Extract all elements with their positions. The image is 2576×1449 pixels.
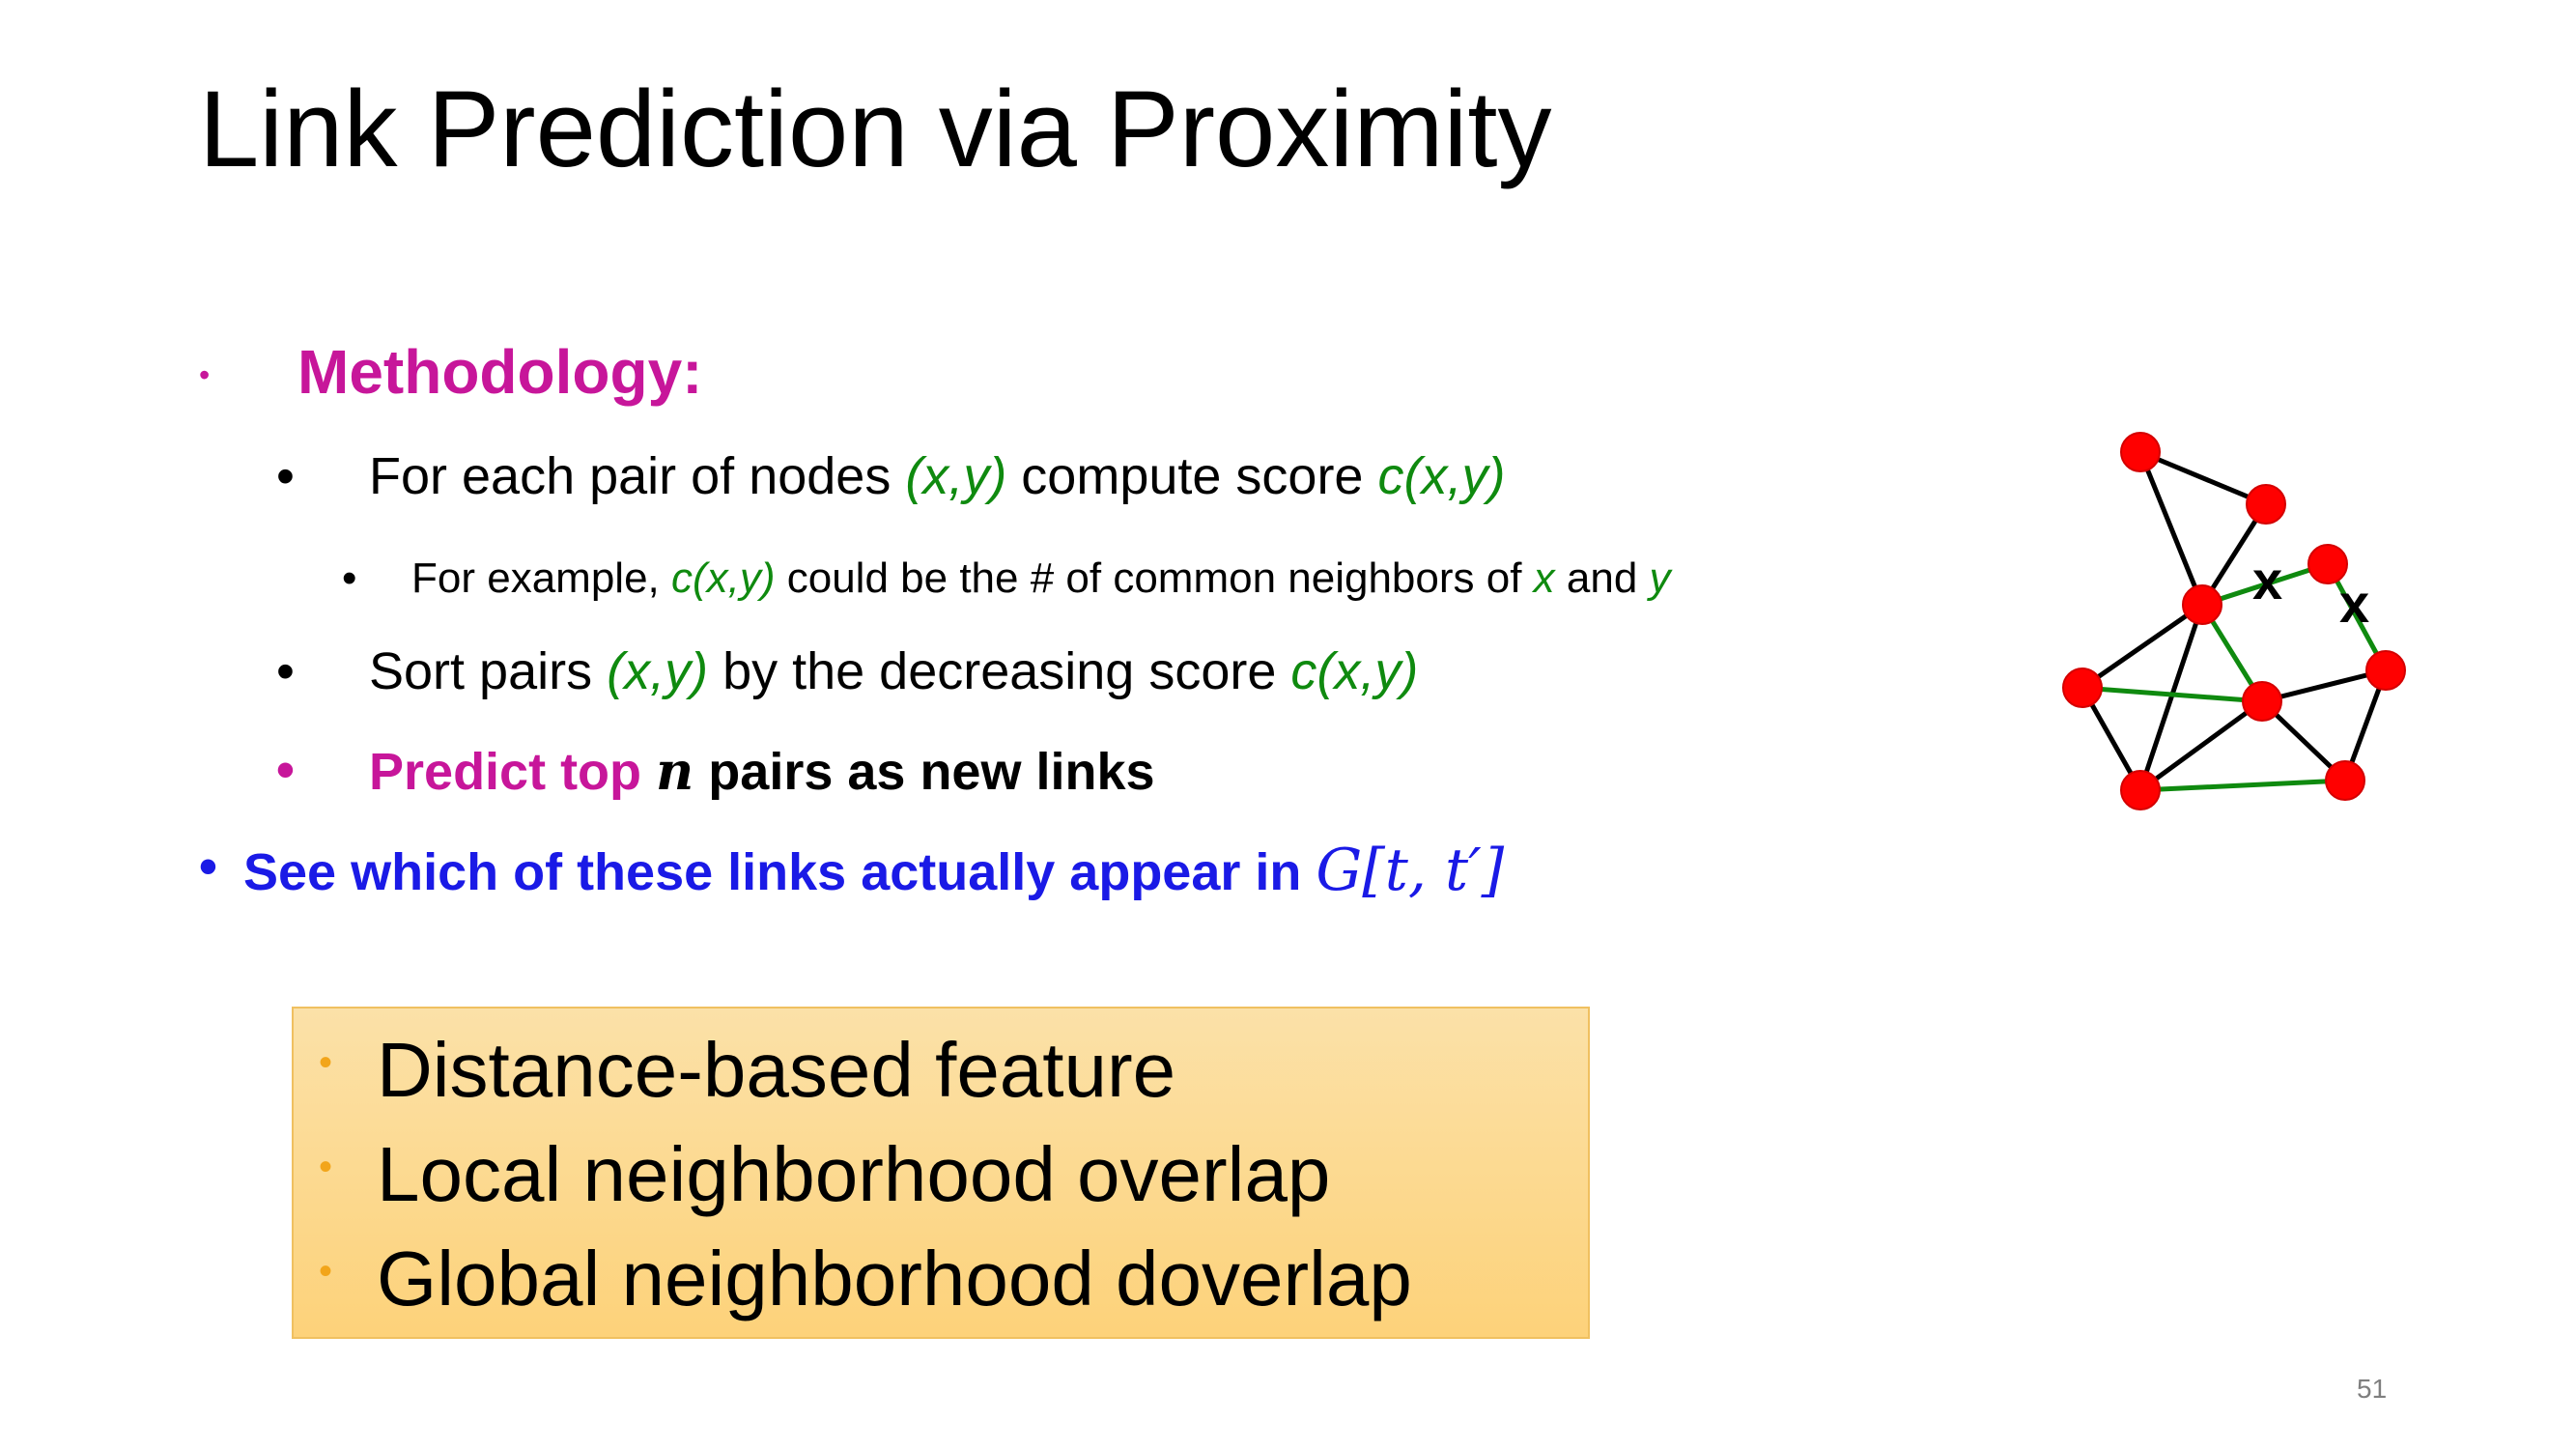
bullet: • [276,642,295,700]
step-text: Sort pairs (x,y) by the decreasing score… [369,641,1418,701]
var-y: y [1649,554,1671,602]
bullet: • [319,1146,333,1188]
graph-snapshot-notation: G[t, t′] [1316,837,1505,904]
cross-mark: x [2339,573,2369,634]
feature-item: Distance-based feature [377,1027,1176,1113]
var-x: x [1533,554,1555,602]
network-graph-illustration: x x [2062,432,2406,810]
bullet: • [276,447,295,505]
step-text: Predict top n pairs as new links [369,740,1155,802]
text: by the decreasing score [708,642,1291,700]
graph-node [2325,760,2365,801]
pair-xy: (x,y) [607,642,709,700]
graph-node [2242,681,2282,722]
graph-edge [2138,698,2264,793]
text: pairs as new links [694,743,1155,801]
graph-edge [2081,602,2204,691]
predicted-edge [2139,778,2346,793]
text: and [1554,554,1650,602]
graph-node [2120,432,2161,472]
graph-node [2062,668,2103,708]
page-number: 51 [2357,1374,2388,1404]
bullet: • [199,838,217,895]
text: could be the # of common neighbors of [775,554,1534,602]
graph-node [2246,484,2286,525]
bullet: • [199,357,211,392]
feature-item: Global neighborhood doverlap [377,1236,1412,1321]
text: Predict top [369,743,657,801]
text: Sort pairs [369,642,608,700]
score-cxy: c(x,y) [1377,447,1506,505]
score-cxy: c(x,y) [670,554,776,602]
graph-node [2365,650,2406,691]
step-text: See which of these links actually appear… [243,837,1504,904]
score-cxy: c(x,y) [1290,642,1419,700]
text: For example, [411,554,671,602]
pair-xy: (x,y) [905,447,1007,505]
bullet: • [319,1250,333,1293]
feature-item: Local neighborhood overlap [377,1131,1331,1217]
graph-node [2120,770,2161,810]
bullet: • [319,1041,333,1084]
text: See which of these links actually appear… [243,843,1316,901]
graph-node [2182,584,2222,625]
features-box: • Distance-based feature • Local neighbo… [292,1007,1590,1339]
bullet: • [276,741,295,799]
cross-mark: x [2252,550,2282,611]
slide-title: Link Prediction via Proximity [199,69,1552,189]
text: compute score [1006,447,1378,505]
text: For each pair of nodes [369,447,906,505]
methodology-heading: Methodology: [297,337,703,407]
step-text: For each pair of nodes (x,y) compute sco… [369,446,1505,506]
var-n: n [656,740,694,802]
step-text: For example, c(x,y) could be the # of co… [411,554,1671,603]
bullet: • [342,554,357,602]
